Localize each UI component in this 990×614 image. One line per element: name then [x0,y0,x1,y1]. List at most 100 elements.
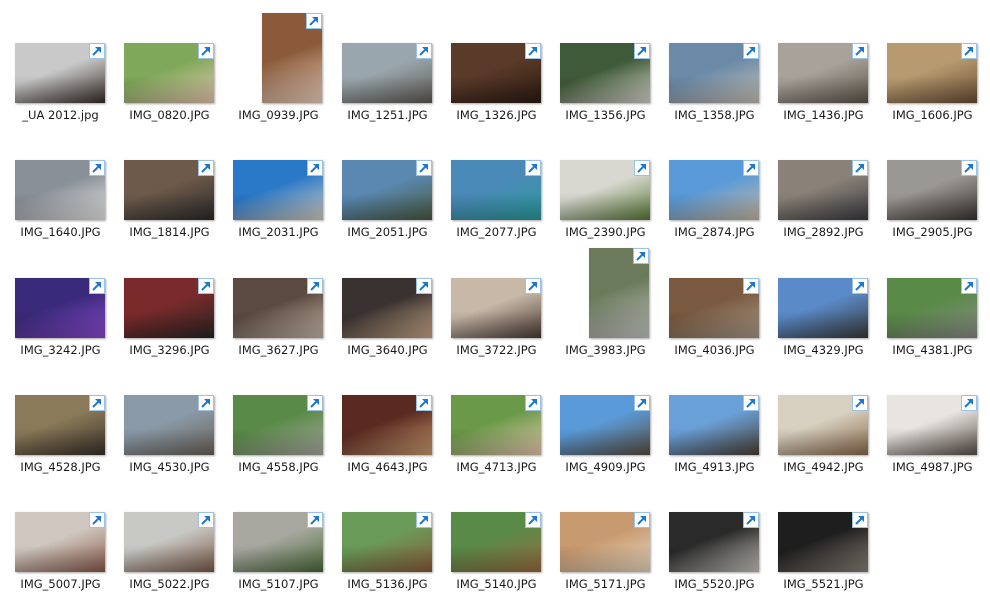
shortcut-arrow-icon [525,160,541,176]
file-item[interactable]: IMG_3296.JPG [115,248,224,365]
file-item[interactable]: IMG_5107.JPG [224,482,333,599]
file-name: IMG_4942.JPG [783,460,864,474]
thumbnail-area [769,130,878,222]
shortcut-arrow-icon [743,43,759,59]
file-item[interactable]: IMG_3983.JPG [551,248,660,365]
file-name: IMG_4909.JPG [565,460,646,474]
file-item[interactable]: IMG_1251.JPG [333,13,442,130]
file-item[interactable]: IMG_1640.JPG [6,130,115,247]
shortcut-arrow-icon [525,43,541,59]
shortcut-arrow-icon [634,160,650,176]
image-thumbnail [233,395,323,455]
thumbnail-area [6,482,115,574]
file-item[interactable]: IMG_5007.JPG [6,482,115,599]
file-name: IMG_4530.JPG [129,460,210,474]
file-item[interactable]: IMG_5136.JPG [333,482,442,599]
image-thumbnail [669,512,759,572]
shortcut-arrow-icon [852,43,868,59]
file-name: IMG_5107.JPG [238,577,319,591]
file-item[interactable]: IMG_5140.JPG [442,482,551,599]
file-item[interactable]: IMG_0820.JPG [115,13,224,130]
file-item[interactable]: IMG_4942.JPG [769,365,878,482]
file-name: IMG_5022.JPG [129,577,210,591]
file-item[interactable]: IMG_3627.JPG [224,248,333,365]
shortcut-arrow-icon [525,395,541,411]
thumbnail-area [878,365,987,457]
file-name: IMG_2905.JPG [892,225,973,239]
file-item[interactable]: IMG_4558.JPG [224,365,333,482]
file-name: IMG_4036.JPG [674,343,755,357]
shortcut-arrow-icon [961,395,977,411]
file-item[interactable]: IMG_3722.JPG [442,248,551,365]
file-item[interactable]: IMG_1606.JPG [878,13,987,130]
file-item[interactable]: IMG_0939.JPG [224,13,333,130]
file-item[interactable]: IMG_4643.JPG [333,365,442,482]
file-item[interactable]: IMG_1356.JPG [551,13,660,130]
thumbnail-area [442,482,551,574]
shortcut-arrow-icon [743,512,759,528]
file-item[interactable]: IMG_2077.JPG [442,130,551,247]
file-name: IMG_1606.JPG [892,108,973,122]
thumbnail-area [6,13,115,105]
thumbnail-area [878,13,987,105]
image-thumbnail [124,395,214,455]
file-name: IMG_2892.JPG [783,225,864,239]
file-item[interactable]: IMG_2390.JPG [551,130,660,247]
shortcut-arrow-icon [307,512,323,528]
thumbnail-area [551,248,660,340]
thumbnail-area [769,365,878,457]
image-thumbnail [451,395,541,455]
thumbnail-area [442,13,551,105]
file-name: IMG_1358.JPG [674,108,755,122]
thumbnail-area [115,248,224,340]
file-name: IMG_4558.JPG [238,460,319,474]
file-name: IMG_1640.JPG [20,225,101,239]
file-item[interactable]: IMG_4528.JPG [6,365,115,482]
file-item[interactable]: IMG_2051.JPG [333,130,442,247]
file-item[interactable]: IMG_1358.JPG [660,13,769,130]
file-name: IMG_0939.JPG [238,108,319,122]
shortcut-arrow-icon [416,278,432,294]
file-name: IMG_5007.JPG [20,577,101,591]
file-item[interactable]: IMG_2905.JPG [878,130,987,247]
file-item[interactable]: IMG_3640.JPG [333,248,442,365]
image-thumbnail [124,160,214,220]
file-item[interactable]: IMG_4913.JPG [660,365,769,482]
file-item[interactable]: IMG_4530.JPG [115,365,224,482]
thumbnail-area [769,482,878,574]
file-name: IMG_4643.JPG [347,460,428,474]
file-item[interactable]: IMG_5520.JPG [660,482,769,599]
file-name: IMG_5520.JPG [674,577,755,591]
file-item[interactable]: IMG_3242.JPG [6,248,115,365]
file-item[interactable]: IMG_1814.JPG [115,130,224,247]
file-item[interactable]: IMG_4713.JPG [442,365,551,482]
file-item[interactable]: IMG_4909.JPG [551,365,660,482]
image-thumbnail [233,160,323,220]
file-item[interactable]: IMG_2031.JPG [224,130,333,247]
shortcut-arrow-icon [416,512,432,528]
file-name: IMG_3627.JPG [238,343,319,357]
shortcut-arrow-icon [852,395,868,411]
file-item[interactable]: _UA 2012.jpg [6,13,115,130]
file-name: IMG_2874.JPG [674,225,755,239]
thumbnail-area [224,482,333,574]
file-item[interactable]: IMG_4329.JPG [769,248,878,365]
shortcut-arrow-icon [307,278,323,294]
file-name: IMG_2051.JPG [347,225,428,239]
file-name: IMG_2031.JPG [238,225,319,239]
file-item[interactable]: IMG_5521.JPG [769,482,878,599]
file-item[interactable]: IMG_1326.JPG [442,13,551,130]
image-thumbnail [342,160,432,220]
file-item[interactable]: IMG_1436.JPG [769,13,878,130]
image-thumbnail [451,43,541,103]
image-thumbnail [451,160,541,220]
file-item[interactable]: IMG_4381.JPG [878,248,987,365]
file-item[interactable]: IMG_5171.JPG [551,482,660,599]
image-thumbnail [560,512,650,572]
file-item[interactable]: IMG_2892.JPG [769,130,878,247]
shortcut-arrow-icon [416,160,432,176]
file-item[interactable]: IMG_5022.JPG [115,482,224,599]
file-item[interactable]: IMG_2874.JPG [660,130,769,247]
file-item[interactable]: IMG_4987.JPG [878,365,987,482]
file-item[interactable]: IMG_4036.JPG [660,248,769,365]
